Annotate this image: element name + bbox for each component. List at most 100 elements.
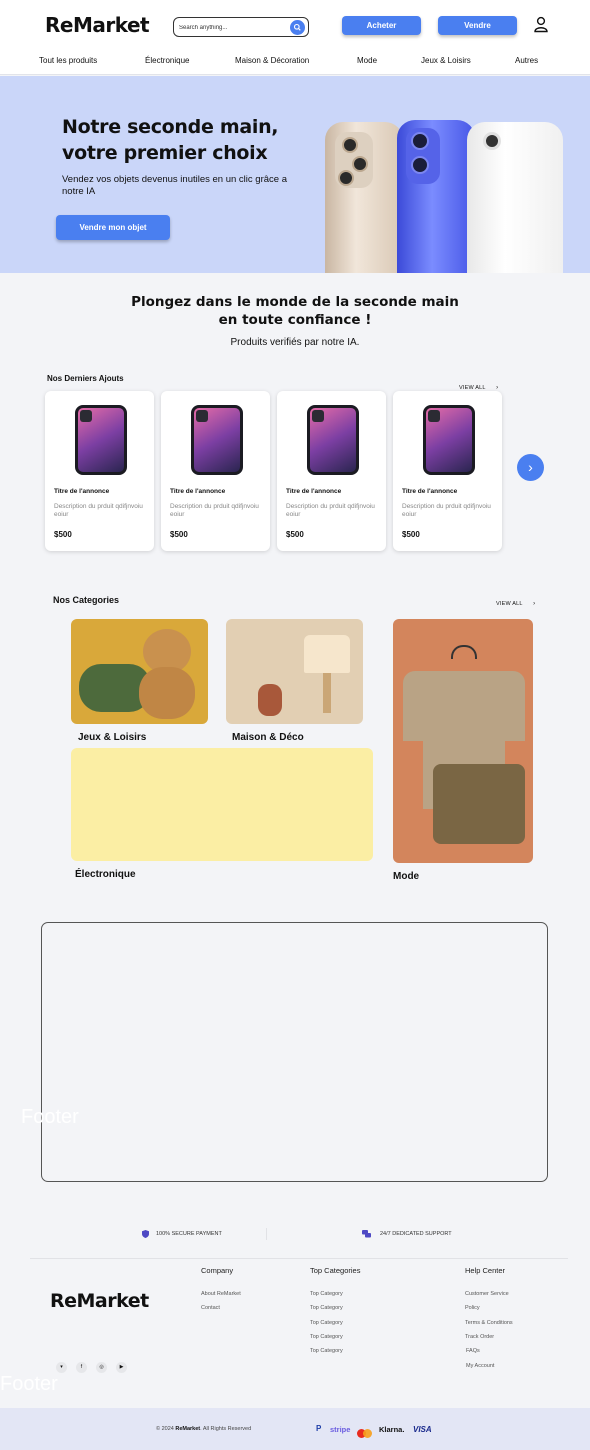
intro-title: Plongez dans le monde de la seconde main…	[0, 293, 590, 329]
youtube-icon[interactable]: ▶	[116, 1362, 127, 1373]
intro-subtitle: Produits verifiés par notre IA.	[230, 337, 360, 348]
product-title: Titre de l'annonce	[170, 488, 226, 495]
footer-link-faqs[interactable]: FAQs	[466, 1348, 480, 1354]
product-title: Titre de l'annonce	[54, 488, 110, 495]
category-fashion-image[interactable]	[393, 619, 533, 863]
nav-others[interactable]: Autres	[515, 56, 538, 65]
product-card[interactable]: Titre de l'annonce Description du prduit…	[277, 391, 386, 551]
product-card[interactable]: Titre de l'annonce Description du prduit…	[161, 391, 270, 551]
mastercard-icon	[357, 1425, 372, 1443]
product-image	[307, 405, 359, 475]
product-description: Description du prduit qdifjnvoiu eoiur	[286, 503, 375, 518]
product-price: $500	[402, 530, 420, 539]
footer-placeholder-label: Footer	[21, 1106, 79, 1128]
product-title: Titre de l'annonce	[286, 488, 342, 495]
nav-fashion[interactable]: Mode	[357, 56, 377, 65]
footer-link-terms[interactable]: Terms & Conditions	[465, 1320, 513, 1326]
sell-button[interactable]: Vendre	[438, 16, 517, 35]
search-button[interactable]	[290, 20, 305, 35]
product-image	[423, 405, 475, 475]
copyright-suffix: . All Rights Reserved	[200, 1426, 252, 1432]
copyright: © 2024 ReMarket. All Rights Reserved	[156, 1426, 251, 1432]
category-electronics-label[interactable]: Électronique	[75, 869, 136, 880]
hero-title-line1: Notre seconde main,	[62, 116, 279, 138]
secure-payment-label: 100% SECURE PAYMENT	[156, 1231, 222, 1237]
footer-link-policy[interactable]: Policy	[465, 1305, 480, 1311]
buy-button[interactable]: Acheter	[342, 16, 421, 35]
footer-link-my-account[interactable]: My Account	[466, 1363, 494, 1369]
stripe-icon: stripe	[330, 1425, 351, 1434]
footer-link-top-category[interactable]: Top Category	[310, 1348, 343, 1354]
nav-games-leisure[interactable]: Jeux & Loisirs	[421, 56, 471, 65]
bottom-bar	[0, 1408, 590, 1450]
divider	[30, 1258, 568, 1259]
footer-link-about[interactable]: About ReMarket	[201, 1291, 241, 1297]
sell-item-button[interactable]: Vendre mon objet	[56, 215, 170, 240]
search-input[interactable]	[179, 21, 287, 34]
product-price: $500	[54, 530, 72, 539]
help-center-heading: Help Center	[465, 1266, 506, 1275]
search-bar[interactable]	[173, 17, 309, 37]
nav-electronics[interactable]: Électronique	[145, 56, 189, 65]
carousel-next-button[interactable]: ›	[517, 454, 544, 481]
footer-link-top-category[interactable]: Top Category	[310, 1320, 343, 1326]
product-description: Description du prduit qdifjnvoiu eoiur	[170, 503, 259, 518]
hero-subtitle: Vendez vos objets devenus inutiles en un…	[62, 174, 287, 197]
product-card[interactable]: Titre de l'annonce Description du prduit…	[393, 391, 502, 551]
hero-title-line2: votre premier choix	[62, 142, 268, 164]
chevron-right-icon: ›	[528, 459, 533, 475]
chevron-right-icon: ›	[533, 601, 536, 607]
nav-all-products[interactable]: Tout les produits	[39, 56, 97, 65]
product-image	[75, 405, 127, 475]
footer-link-top-category[interactable]: Top Category	[310, 1305, 343, 1311]
footer-logo[interactable]: ReMarket	[50, 1290, 149, 1312]
footer-link-contact[interactable]: Contact	[201, 1305, 220, 1311]
divider	[266, 1228, 267, 1240]
twitter-icon[interactable]: ▾	[56, 1362, 67, 1373]
paypal-icon: P	[316, 1424, 322, 1433]
chat-icon	[362, 1230, 371, 1238]
intro-title-line2: en toute confiance !	[218, 312, 372, 328]
user-icon[interactable]	[533, 16, 549, 33]
categories-view-all[interactable]: VIEW ALL ›	[496, 592, 535, 610]
footer-link-track-order[interactable]: Track Order	[465, 1334, 494, 1340]
product-card[interactable]: Titre de l'annonce Description du prduit…	[45, 391, 154, 551]
category-home-image[interactable]	[226, 619, 363, 724]
product-price: $500	[286, 530, 304, 539]
top-categories-heading: Top Categories	[310, 1266, 361, 1275]
klarna-icon: Klarna.	[379, 1425, 405, 1434]
category-electronics-image[interactable]	[71, 748, 373, 861]
footer-link-top-category[interactable]: Top Category	[310, 1291, 343, 1297]
category-games-label[interactable]: Jeux & Loisirs	[78, 732, 146, 743]
copyright-brand: ReMarket	[175, 1426, 201, 1432]
product-image	[191, 405, 243, 475]
categories-view-all-label: VIEW ALL	[496, 601, 523, 607]
support-label: 24/7 DEDICATED SUPPORT	[380, 1231, 452, 1237]
nav-home-decor[interactable]: Maison & Décoration	[235, 56, 309, 65]
search-icon	[293, 23, 301, 31]
footer-placeholder-box	[41, 922, 548, 1182]
facebook-icon[interactable]: f	[76, 1362, 87, 1373]
instagram-icon[interactable]: ◎	[96, 1362, 107, 1373]
footer-ghost-label: Footer	[0, 1373, 58, 1395]
hero-phone-blue	[397, 120, 475, 273]
logo[interactable]: ReMarket	[45, 13, 150, 37]
product-price: $500	[170, 530, 188, 539]
product-description: Description du prduit qdifjnvoiu eoiur	[54, 503, 143, 518]
company-heading: Company	[201, 1266, 234, 1275]
shield-icon	[142, 1230, 149, 1238]
visa-icon: VISA	[413, 1425, 432, 1434]
footer-link-customer-service[interactable]: Customer Service	[465, 1291, 509, 1297]
hero-phone-white	[467, 122, 563, 273]
category-games-image[interactable]	[71, 619, 208, 724]
product-description: Description du prduit qdifjnvoiu eoiur	[402, 503, 491, 518]
product-title: Titre de l'annonce	[402, 488, 458, 495]
category-fashion-label[interactable]: Mode	[393, 871, 419, 882]
hero-title: Notre seconde main, votre premier choix	[62, 114, 279, 166]
latest-title: Nos Derniers Ajouts	[47, 374, 124, 383]
categories-title: Nos Categories	[53, 595, 120, 605]
category-home-label[interactable]: Maison & Déco	[232, 732, 304, 743]
hero-phone-gold	[325, 122, 403, 273]
intro-title-line1: Plongez dans le monde de la seconde main	[131, 294, 459, 310]
footer-link-top-category[interactable]: Top Category	[310, 1334, 343, 1340]
